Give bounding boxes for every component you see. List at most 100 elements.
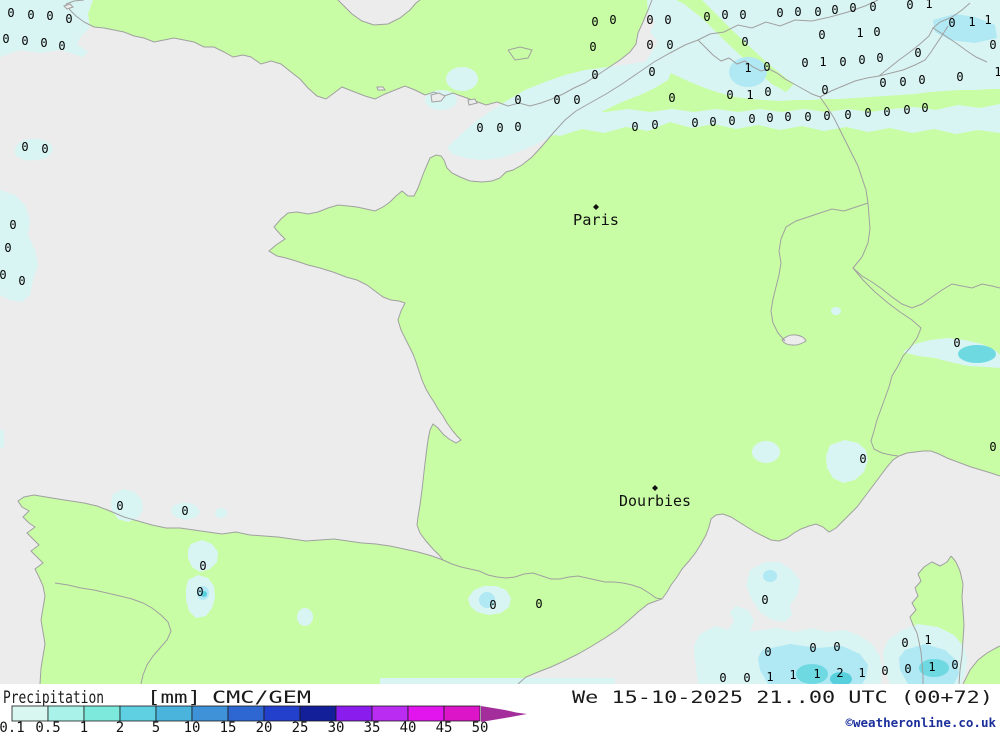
precip-value-marker: 0 <box>181 504 188 518</box>
precip-value-marker: 0 <box>2 32 9 46</box>
legend-tick-1: 1 <box>80 720 88 733</box>
precip-value-marker: 0 <box>535 597 542 611</box>
legend-tick-45: 45 <box>436 720 453 733</box>
precip-value-marker: 0 <box>648 65 655 79</box>
precip-bottom-strip <box>380 678 615 684</box>
precip-value-marker: 0 <box>573 93 580 107</box>
precip-value-marker: 0 <box>951 658 958 672</box>
precip-value-marker: 0 <box>883 105 890 119</box>
precip-value-marker: 1 <box>789 668 796 682</box>
precip-value-marker: 0 <box>921 101 928 115</box>
precip-value-marker: 0 <box>199 559 206 573</box>
legend-box-0.1 <box>11 705 49 722</box>
legend-box-5 <box>155 705 193 722</box>
precip-value-marker: 0 <box>849 1 856 15</box>
precip-ligurian-west-core1 <box>796 664 828 684</box>
precip-value-marker: 1 <box>968 15 975 29</box>
precip-value-marker: 0 <box>839 55 846 69</box>
map-area: 0 0 0 00 0 0 00 0000 00 0 0 0 0 0 0 0 0 0 0 0 0 0 10 1 10 1 000 0 0 0… <box>0 0 1000 685</box>
precip-value-marker: 0 <box>821 83 828 97</box>
precip-value-marker: 0 <box>668 91 675 105</box>
weather-map-page: 0000000000000000000000000000101101000000… <box>0 0 1000 733</box>
precip-value-marker: 0 <box>953 336 960 350</box>
precip-value-marker: 0 <box>876 51 883 65</box>
precip-value-marker: 0 <box>591 68 598 82</box>
legend-tick-20: 20 <box>256 720 273 733</box>
precip-value-marker: 0 <box>901 636 908 650</box>
precip-value-marker: 0 <box>21 34 28 48</box>
precip-value-marker: 1 <box>858 666 865 680</box>
precip-value-marker: 0 <box>609 13 616 27</box>
legend-box-30 <box>335 705 373 722</box>
precip-value-marker: 0 <box>764 85 771 99</box>
precip-value-marker: 0 <box>873 25 880 39</box>
precip-value-marker: 0 <box>709 115 716 129</box>
precip-value-marker: 0 <box>989 38 996 52</box>
precip-value-marker: 0 <box>804 110 811 124</box>
precip-gulf-core <box>763 570 777 582</box>
precip-value-marker: 0 <box>831 3 838 17</box>
precip-value-marker: 0 <box>496 121 503 135</box>
legend-tick-30: 30 <box>328 720 345 733</box>
precip-value-marker: 1 <box>925 0 932 11</box>
precip-value-marker: 0 <box>761 593 768 607</box>
precip-value-marker: 0 <box>646 13 653 27</box>
precip-value-marker: 0 <box>859 452 866 466</box>
precip-value-marker: 1 <box>819 55 826 69</box>
precip-value-marker: 0 <box>748 112 755 126</box>
precip-value-marker: 0 <box>728 114 735 128</box>
precip-value-marker: 0 <box>814 5 821 19</box>
precip-value-marker: 0 <box>40 36 47 50</box>
legend-tick-40: 40 <box>400 720 417 733</box>
precip-value-marker: 0 <box>948 16 955 30</box>
precip-value-marker: 0 <box>899 75 906 89</box>
precip-value-marker: 0 <box>0 268 7 282</box>
precip-value-marker: 0 <box>196 585 203 599</box>
precip-value-marker: 1 <box>813 667 820 681</box>
precip-rhone-patch <box>752 441 780 463</box>
precip-value-marker: 0 <box>864 106 871 120</box>
precip-value-marker: 0 <box>904 662 911 676</box>
precip-value-marker: 1 <box>928 660 935 674</box>
precip-value-marker: 0 <box>489 598 496 612</box>
precip-value-marker: 0 <box>7 6 14 20</box>
copyright-link[interactable]: ©weatheronline.co.uk <box>845 715 996 730</box>
precip-value-marker: 0 <box>589 40 596 54</box>
footer-panel: Precipitation [mm] CMC/GEM We 15-10-2025… <box>0 684 1000 733</box>
legend-tick-2: 2 <box>116 720 124 733</box>
precip-value-marker: 1 <box>924 633 931 647</box>
legend-box-1 <box>83 705 121 722</box>
city-label-dourbies: Dourbies <box>619 492 691 510</box>
precip-alps-core <box>958 345 996 363</box>
precip-value-marker: 0 <box>743 671 750 685</box>
precip-spain-6 <box>297 608 313 626</box>
precip-value-marker: 0 <box>703 10 710 24</box>
legend-box-20 <box>263 705 301 722</box>
precip-value-marker: 0 <box>651 118 658 132</box>
legend-tick-25: 25 <box>292 720 309 733</box>
precip-value-marker: 0 <box>41 142 48 156</box>
precip-value-marker: 0 <box>691 116 698 130</box>
legend-box-35 <box>371 705 409 722</box>
precip-value-marker: 0 <box>721 8 728 22</box>
valid-datetime: We 15-10-2025 21..00 UTC (00+72) <box>572 688 993 708</box>
precip-value-marker: 0 <box>646 38 653 52</box>
legend-tick-15: 15 <box>220 720 237 733</box>
precip-value-marker: 0 <box>514 93 521 107</box>
legend-box-10 <box>191 705 229 722</box>
precip-value-marker: 0 <box>764 645 771 659</box>
legend-tick-5: 5 <box>152 720 160 733</box>
precip-value-marker: 0 <box>906 0 913 12</box>
precip-value-marker: 2 <box>836 666 843 680</box>
precip-value-marker: 1 <box>994 65 1000 79</box>
precip-value-marker: 0 <box>766 111 773 125</box>
precip-value-marker: 0 <box>823 109 830 123</box>
precip-value-marker: 0 <box>476 121 483 135</box>
precip-value-marker: 0 <box>844 108 851 122</box>
product-title: Precipitation <box>3 688 104 708</box>
precip-value-marker: 0 <box>116 499 123 513</box>
legend-tick-35: 35 <box>364 720 381 733</box>
precip-value-marker: 0 <box>719 671 726 685</box>
precip-value-marker: 0 <box>21 140 28 154</box>
precip-value-marker: 0 <box>666 38 673 52</box>
